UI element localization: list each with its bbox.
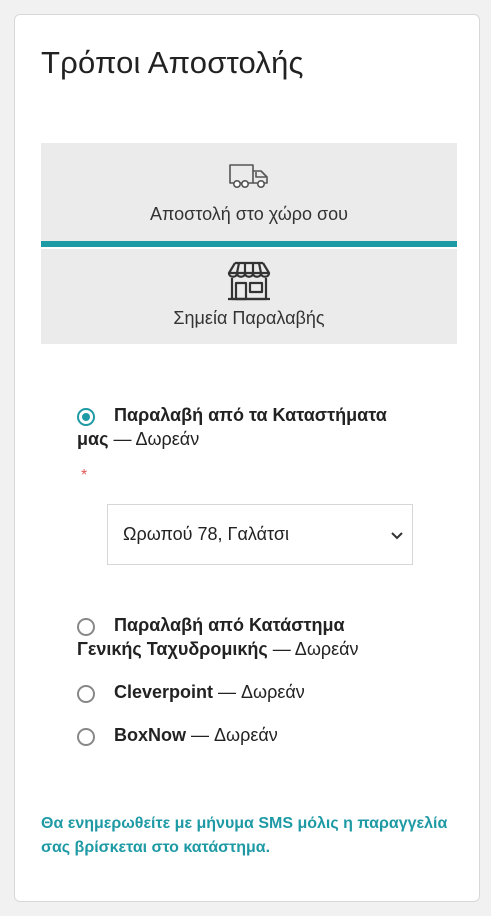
option-boxnow-title: BoxNow (114, 725, 186, 745)
radio-acs-pickup[interactable] (77, 618, 95, 636)
tab-home-delivery-label: Αποστολή στο χώρο σου (149, 204, 349, 224)
truck-icon (228, 163, 270, 194)
radio-boxnow[interactable] (77, 728, 95, 746)
tab-pickup-points-label: Σημεία Παραλαβής (173, 308, 325, 328)
radio-store-pickup[interactable] (77, 408, 95, 426)
option-store-pickup-price: — Δωρεάν (108, 429, 200, 449)
tab-home-delivery[interactable]: Αποστολή στο χώρο σου (41, 143, 457, 247)
option-acs-pickup-title-2: Γενικής Ταχυδρομικής (77, 639, 268, 659)
store-select-value: Ωρωπού 78, Γαλάτσι (123, 524, 289, 544)
radio-cleverpoint[interactable] (77, 685, 95, 703)
option-cleverpoint-title: Cleverpoint (114, 682, 214, 702)
tab-pickup-points[interactable]: Σημεία Παραλαβής (41, 249, 457, 344)
shipping-methods-card: Τρόποι Αποστολής Αποστολή στο χώρο σου Σ… (14, 14, 480, 902)
option-cleverpoint-price: — Δωρεάν (213, 682, 305, 702)
page-title: Τρόποι Αποστολής (41, 45, 304, 80)
option-acs-pickup-title: Παραλαβή από Κατάστημα (114, 615, 345, 635)
option-acs-pickup-price: — Δωρεάν (267, 639, 359, 659)
sms-notice: Θα ενημερωθείτε με μήνυμα SMS μόλις η πα… (41, 815, 448, 856)
store-icon (226, 261, 272, 306)
store-select[interactable]: Ωρωπού 78, Γαλάτσι (107, 504, 413, 565)
option-store-pickup-title-2: μας (77, 429, 109, 449)
required-asterisk: * (81, 467, 88, 484)
chevron-down-icon (390, 527, 404, 548)
option-boxnow-price: — Δωρεάν (186, 725, 278, 745)
option-store-pickup-title: Παραλαβή από τα Καταστήματα (114, 405, 387, 425)
